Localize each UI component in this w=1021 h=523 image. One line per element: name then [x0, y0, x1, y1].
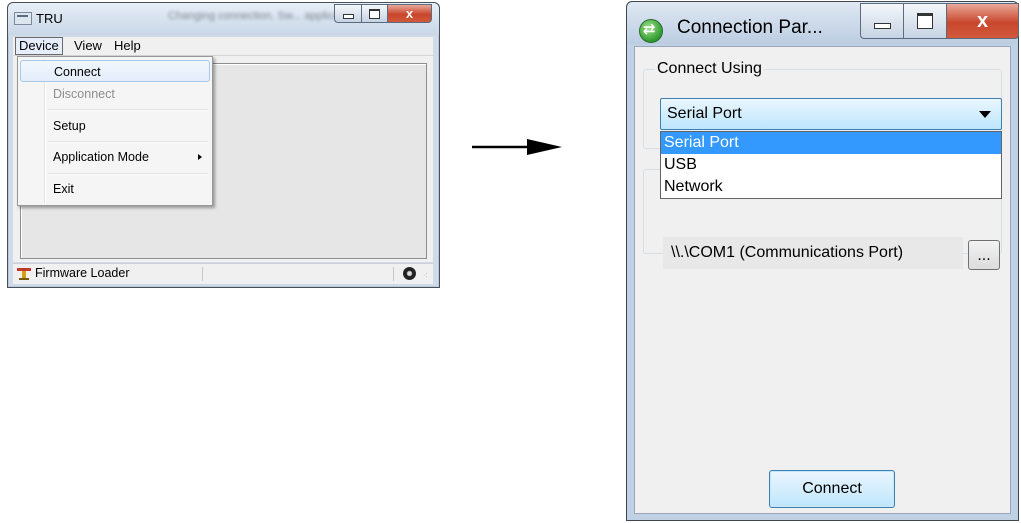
menu-item-label: Setup [53, 119, 86, 133]
maximize-icon [369, 8, 380, 19]
close-button[interactable]: x [387, 4, 432, 23]
menu-item-setup[interactable]: Setup [20, 115, 210, 137]
menu-item-exit[interactable]: Exit [20, 178, 210, 200]
minimize-button[interactable] [334, 4, 361, 23]
maximize-icon [917, 13, 933, 29]
menu-view[interactable]: View [71, 38, 105, 54]
menu-item-label: Exit [53, 182, 74, 196]
port-field: \\.\COM1 (Communications Port) [663, 237, 963, 269]
dialog-body: Connect Using \\.\COM1 (Communications P… [634, 46, 1011, 514]
app-icon [14, 12, 32, 25]
window-title: Connection Par... [677, 17, 823, 38]
window-controls: x [334, 4, 432, 24]
connect-using-select[interactable]: Serial Port [660, 98, 1002, 130]
chevron-down-icon [979, 111, 991, 118]
option-usb[interactable]: USB [661, 154, 1001, 176]
window-title: TRU [36, 11, 63, 26]
status-bar: Firmware Loader ·: [13, 263, 433, 284]
window-controls: x [860, 3, 1019, 39]
menu-separator [48, 109, 208, 111]
close-button[interactable]: x [946, 3, 1019, 39]
connect-using-options: Serial Port USB Network [660, 131, 1002, 199]
connect-button[interactable]: Connect [769, 470, 895, 508]
menu-bar: Device View Help [13, 37, 433, 56]
menu-item-label: Application Mode [53, 150, 149, 164]
title-bar: TRU Changing connection. Sw... applicati… [8, 3, 439, 35]
menu-item-disconnect: Disconnect [20, 83, 210, 105]
menu-item-connect[interactable]: Connect [20, 60, 210, 82]
menu-item-label: Connect [54, 65, 101, 79]
status-mode-label: Firmware Loader [35, 266, 130, 280]
menu-help[interactable]: Help [111, 38, 144, 54]
title-bar: Connection Par... x [627, 2, 1019, 44]
device-menu-dropdown: Connect Disconnect Setup Application Mod… [17, 56, 213, 206]
menu-device[interactable]: Device [15, 37, 63, 55]
option-serial-port[interactable]: Serial Port [661, 132, 1001, 154]
option-network[interactable]: Network [661, 176, 1001, 198]
minimize-button[interactable] [860, 3, 903, 39]
firmware-icon [17, 268, 31, 280]
minimize-icon [342, 14, 354, 19]
connect-using-label: Connect Using [655, 60, 764, 78]
right-arrow-icon [472, 139, 562, 155]
maximize-button[interactable] [903, 3, 946, 39]
maximize-button[interactable] [361, 4, 387, 23]
submenu-arrow-icon [198, 154, 202, 160]
status-divider [202, 267, 203, 281]
menu-separator [48, 141, 208, 143]
connection-parameters-window: Connection Par... x Connect Using \\.\CO… [626, 1, 1019, 521]
menu-separator [48, 173, 208, 175]
connection-icon [639, 19, 663, 43]
minimize-icon [873, 23, 891, 29]
menu-item-label: Disconnect [53, 87, 115, 101]
resize-grip-icon[interactable]: ·: [423, 272, 431, 282]
menu-item-application-mode[interactable]: Application Mode [20, 146, 210, 168]
browse-button[interactable]: ... [968, 240, 1000, 270]
select-value: Serial Port [667, 105, 742, 122]
status-divider [393, 267, 394, 281]
disk-icon [403, 267, 416, 280]
